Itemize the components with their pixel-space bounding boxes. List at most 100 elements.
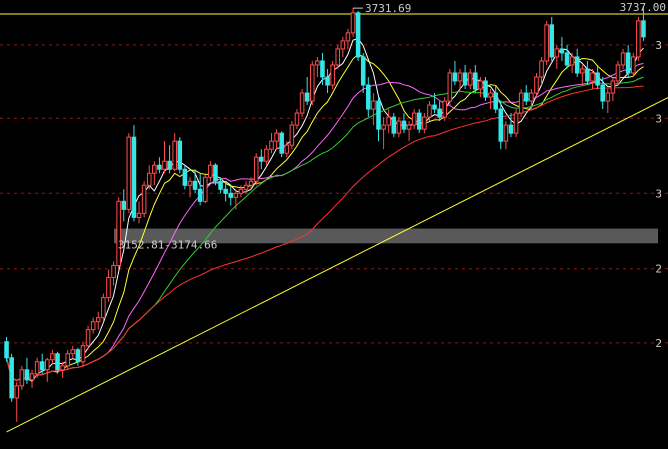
candle-body	[116, 200, 121, 267]
candle-body	[19, 369, 25, 387]
candle	[253, 153, 259, 186]
candle	[447, 68, 453, 106]
candle	[483, 76, 488, 102]
peak-label: 3731.69	[365, 2, 411, 15]
candle-body	[24, 369, 30, 381]
candle-body	[162, 160, 167, 170]
candle	[513, 109, 519, 138]
candle-body	[529, 92, 534, 102]
candle	[177, 137, 183, 174]
candle-body	[605, 92, 611, 102]
candle-body	[136, 212, 142, 218]
candle-body	[289, 124, 295, 146]
candle-body	[630, 56, 636, 74]
candle	[202, 173, 208, 204]
y-tick-label: 2	[655, 337, 662, 350]
y-tick-label: 3	[655, 112, 662, 125]
candle-body	[187, 180, 193, 186]
candle	[9, 353, 14, 402]
candle-body	[325, 76, 330, 86]
candle-body	[233, 192, 239, 198]
candle-body	[228, 192, 234, 198]
candle-body	[208, 164, 213, 178]
candlestick-chart: 3737.00 3 3 3 2 2 3152.81-3174.66 3731.69	[0, 0, 668, 449]
candle-body	[299, 92, 305, 114]
candle-body	[75, 349, 81, 363]
candle-body	[355, 12, 361, 58]
candle-body	[340, 40, 346, 50]
candle-body	[473, 72, 478, 90]
candle-body	[544, 24, 549, 62]
candle-body	[243, 184, 249, 190]
candle-body	[345, 32, 351, 42]
candle	[116, 197, 121, 270]
candle	[19, 365, 25, 390]
band-label: 3152.81-3174.66	[118, 238, 217, 251]
candle-body	[320, 60, 325, 78]
candle-body	[264, 148, 269, 162]
candle-body	[376, 100, 381, 130]
candle-body	[274, 132, 279, 142]
candle-body	[248, 180, 254, 186]
candle-body	[9, 357, 14, 399]
candle-body	[442, 100, 448, 118]
candle-body	[411, 112, 417, 126]
candle-body	[595, 72, 600, 86]
candle-body	[131, 136, 137, 218]
candle-body	[213, 164, 218, 182]
candle-body	[197, 188, 203, 202]
candle-body	[279, 132, 284, 154]
candle-body	[284, 144, 290, 154]
candle-body	[483, 80, 488, 98]
candle-body	[177, 140, 183, 170]
candle	[544, 20, 549, 65]
candle-body	[34, 361, 40, 375]
candle	[80, 341, 86, 366]
candle-body	[554, 48, 560, 58]
candle-body	[539, 60, 544, 78]
candle-body	[65, 353, 70, 367]
candle-body	[625, 52, 631, 74]
candle-body	[309, 64, 315, 102]
candle	[416, 109, 422, 134]
candle-body	[432, 104, 437, 110]
candle	[615, 60, 621, 86]
candle-body	[488, 92, 493, 98]
candle-body	[513, 112, 519, 134]
candle-body	[518, 92, 524, 114]
candle-body	[167, 160, 172, 170]
candle-body	[523, 92, 529, 102]
candle	[636, 16, 641, 61]
candle-body	[80, 345, 86, 363]
candle-body	[152, 164, 157, 174]
candle-body	[253, 156, 259, 182]
candle-body	[615, 64, 621, 82]
candle-body	[50, 353, 55, 361]
candle-body	[70, 349, 76, 355]
candle-body	[462, 72, 468, 86]
candle-body	[437, 108, 442, 118]
candle-body	[396, 120, 402, 134]
candle-body	[126, 136, 132, 210]
candle-body	[574, 56, 580, 74]
candle-body	[416, 112, 422, 130]
candle-body	[85, 329, 91, 347]
candle-body	[457, 72, 463, 82]
candle-body	[534, 76, 539, 94]
candle-body	[55, 353, 60, 371]
candle	[534, 72, 539, 98]
candle-body	[590, 72, 595, 82]
candle-body	[315, 60, 320, 66]
candle	[131, 125, 137, 222]
candle-body	[371, 100, 376, 110]
candle-body	[366, 84, 371, 110]
candle-body	[259, 156, 264, 162]
candle-body	[304, 92, 310, 102]
y-tick-label: 3	[655, 39, 662, 52]
candle-body	[401, 120, 407, 130]
candle	[442, 97, 448, 122]
candle-body	[564, 52, 570, 66]
candle-body	[386, 116, 391, 126]
candle-body	[29, 373, 35, 381]
candle-body	[585, 68, 590, 82]
